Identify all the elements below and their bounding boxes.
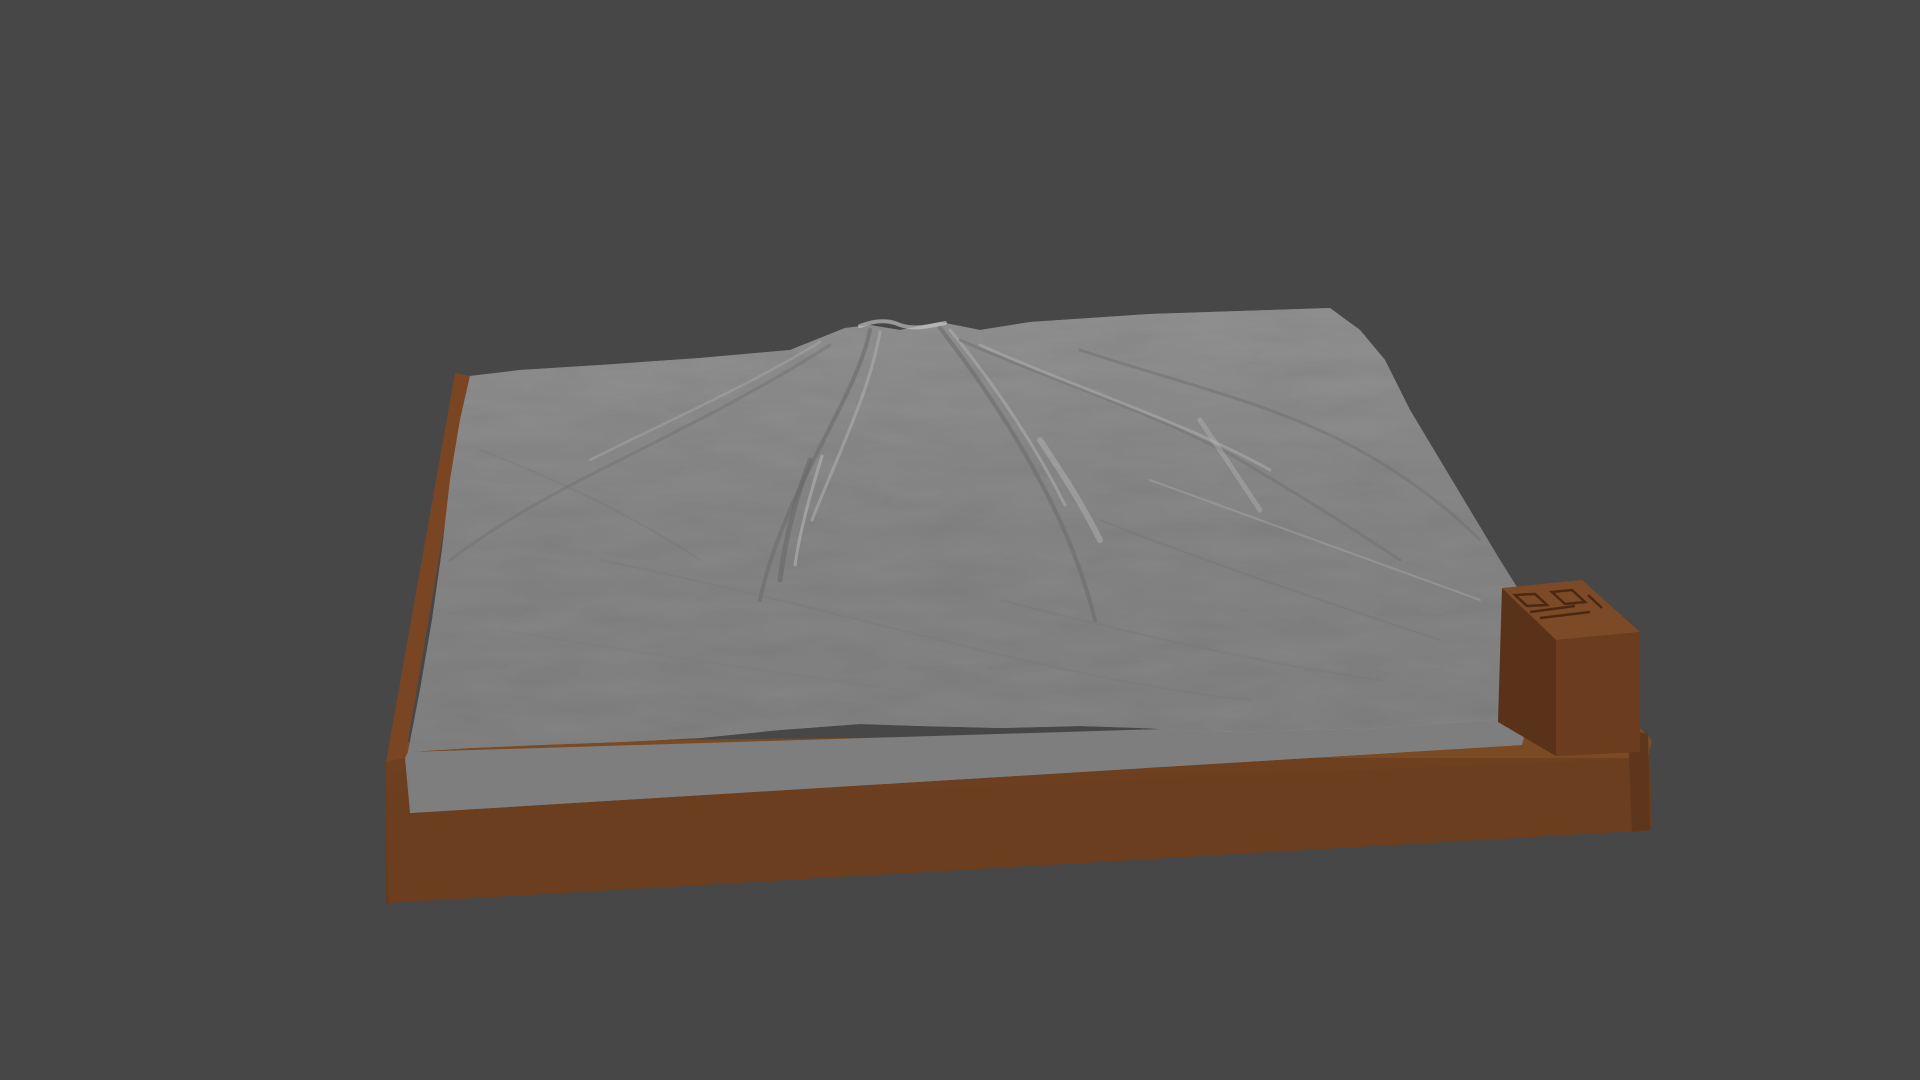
- scene-canvas: [386, 308, 1652, 903]
- terrain-surface: [408, 308, 1525, 752]
- compass-marker-block[interactable]: [1498, 580, 1640, 756]
- terrain-relief-model[interactable]: [408, 308, 1525, 752]
- 3d-viewport[interactable]: [0, 0, 1920, 1080]
- marker-front: [1556, 632, 1640, 756]
